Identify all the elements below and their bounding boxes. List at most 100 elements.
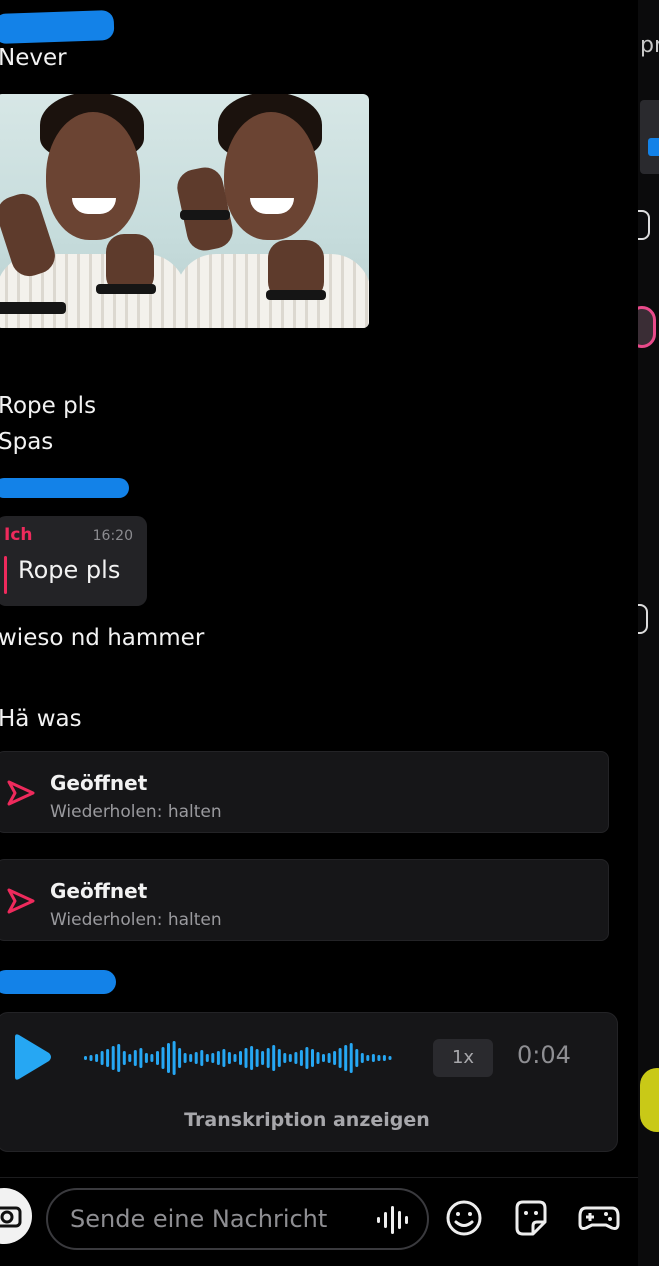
- wave-bar: [366, 1055, 370, 1061]
- camera-button[interactable]: [0, 1188, 32, 1244]
- wave-bar: [322, 1054, 325, 1062]
- shared-image[interactable]: [0, 94, 369, 328]
- wave-bar: [194, 1052, 198, 1064]
- reply-author: Ich: [4, 525, 33, 545]
- send-arrow-icon: [7, 888, 35, 914]
- chat-panel: Never Rope pls Spas Ich 16:20 Rope pls w…: [0, 0, 638, 1266]
- wave-bar: [233, 1054, 237, 1062]
- wave-bar: [106, 1049, 110, 1067]
- background-pane: pr: [638, 0, 659, 1266]
- message-input-placeholder: Sende eine Nachricht: [70, 1205, 328, 1233]
- voice-message: 1x 0:04 Transkription anzeigen: [0, 1012, 618, 1152]
- wave-bar: [266, 1048, 270, 1068]
- wave-bar: [227, 1052, 231, 1064]
- wave-bar: [255, 1049, 259, 1067]
- wave-bar: [244, 1048, 248, 1068]
- wave-bar: [344, 1045, 348, 1071]
- wave-bar: [89, 1055, 93, 1061]
- wave-bar: [189, 1054, 193, 1062]
- snap-title: Geöffnet: [50, 879, 148, 903]
- background-pane-text: pr: [640, 33, 659, 58]
- wave-bar: [261, 1051, 265, 1065]
- wave-bar: [156, 1051, 159, 1065]
- background-story-avatar: [638, 306, 656, 348]
- wave-bar: [133, 1050, 137, 1066]
- reply-bar: [4, 556, 7, 594]
- wave-bar: [139, 1048, 143, 1068]
- wave-bar: [95, 1054, 99, 1062]
- background-action-button: [640, 1068, 659, 1132]
- background-badge: [648, 138, 659, 156]
- voice-duration: 0:04: [517, 1041, 571, 1069]
- redacted-name-3: [0, 970, 116, 994]
- background-thumbnail: [640, 100, 659, 174]
- wave-bar: [283, 1053, 287, 1063]
- snap-title: Geöffnet: [50, 771, 148, 795]
- snap-subtitle: Wiederholen: halten: [50, 802, 222, 822]
- wave-bar: [167, 1043, 170, 1073]
- wave-bar: [144, 1053, 148, 1063]
- wave-bar: [311, 1049, 314, 1067]
- wave-bar: [161, 1047, 165, 1069]
- wave-bar: [100, 1051, 104, 1065]
- wave-bar: [333, 1051, 337, 1065]
- message-input[interactable]: Sende eine Nachricht: [46, 1188, 429, 1250]
- message-spas: Spas: [0, 429, 54, 455]
- wave-bar: [239, 1051, 242, 1065]
- wave-bar: [327, 1053, 331, 1063]
- snap-opened-1[interactable]: Geöffnet Wiederholen: halten: [0, 751, 609, 833]
- wave-bar: [299, 1050, 303, 1066]
- play-icon[interactable]: [11, 1033, 53, 1081]
- reply-time: 16:20: [92, 528, 133, 544]
- wave-bar: [316, 1052, 320, 1064]
- redacted-name-1: [0, 9, 115, 45]
- background-avatar-2: [638, 604, 648, 634]
- wave-bar: [216, 1051, 220, 1065]
- wave-bar: [349, 1043, 353, 1073]
- wave-bar: [183, 1053, 187, 1063]
- wave-bar: [371, 1054, 375, 1062]
- wave-bar: [178, 1048, 182, 1068]
- wave-bar: [117, 1044, 121, 1072]
- wave-bar: [294, 1052, 298, 1064]
- message-rope: Rope pls: [0, 393, 97, 419]
- message-never: Never: [0, 45, 67, 71]
- wave-bar: [222, 1049, 226, 1067]
- voice-wave-icon[interactable]: [83, 1039, 393, 1077]
- show-transcription-button[interactable]: Transkription anzeigen: [0, 1109, 617, 1131]
- wave-bar: [277, 1049, 281, 1067]
- wave-bar: [382, 1055, 386, 1061]
- wave-bar: [211, 1053, 215, 1063]
- wave-bar: [172, 1041, 176, 1075]
- wave-bar: [305, 1047, 309, 1069]
- wave-bar: [84, 1056, 87, 1060]
- wave-bar: [200, 1050, 204, 1066]
- sticker-icon[interactable]: [511, 1198, 551, 1238]
- wave-bar: [288, 1054, 292, 1062]
- wave-bar: [122, 1051, 126, 1065]
- wave-bar: [272, 1045, 276, 1071]
- send-arrow-icon: [7, 780, 35, 806]
- composer-divider: [0, 1177, 638, 1178]
- wave-bar: [111, 1046, 115, 1070]
- wave-bar: [377, 1055, 381, 1061]
- emoji-icon[interactable]: [445, 1198, 483, 1238]
- wave-bar: [205, 1054, 209, 1062]
- reply-text: Rope pls: [18, 556, 121, 584]
- wave-bar: [128, 1054, 132, 1062]
- wave-bar: [250, 1046, 254, 1070]
- message-wieso: wieso nd hammer: [0, 625, 205, 651]
- wave-bar: [388, 1056, 392, 1060]
- wave-bar: [338, 1048, 342, 1068]
- camera-icon: [0, 1206, 22, 1228]
- wave-bar: [150, 1054, 154, 1062]
- background-avatar: [638, 210, 650, 240]
- wave-bar: [355, 1049, 359, 1067]
- voice-wave-icon[interactable]: [375, 1206, 413, 1234]
- message-hae: Hä was: [0, 706, 82, 732]
- snap-subtitle: Wiederholen: halten: [50, 910, 222, 930]
- speed-button[interactable]: 1x: [433, 1039, 493, 1077]
- game-icon[interactable]: [578, 1198, 620, 1238]
- quoted-reply[interactable]: Ich 16:20 Rope pls: [0, 516, 147, 606]
- snap-opened-2[interactable]: Geöffnet Wiederholen: halten: [0, 859, 609, 941]
